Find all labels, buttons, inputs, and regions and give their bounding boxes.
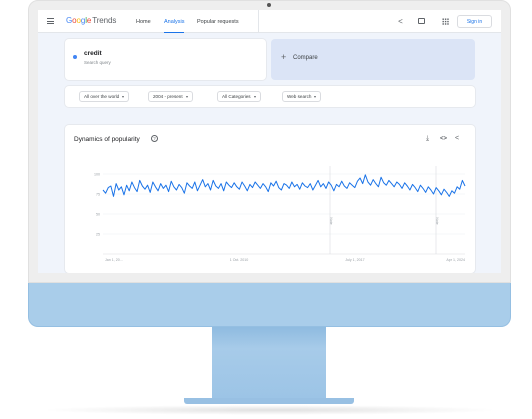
hamburger-menu-icon[interactable] xyxy=(47,18,54,24)
series-line xyxy=(102,174,466,197)
interest-over-time-card: Dynamics of popularity ? ⤓ <> < 100 75 50 2… xyxy=(65,125,475,273)
y-tick-label: 25 xyxy=(96,233,100,237)
y-tick-label: 50 xyxy=(96,213,100,217)
app-header: GoogleTrends Home Analysis Popular reque… xyxy=(38,10,501,33)
header-divider xyxy=(258,10,259,33)
feedback-icon[interactable] xyxy=(418,18,425,24)
search-type-filter[interactable]: Web search xyxy=(282,91,322,102)
region-filter[interactable]: All over the world xyxy=(79,91,130,102)
x-tick-label: 1 Oct. 2010 xyxy=(230,258,249,262)
logo-google: Google xyxy=(66,16,91,25)
monitor-stand xyxy=(212,327,326,399)
x-tick-label: Apr 1, 2024 xyxy=(446,258,465,262)
nav-popular-requests[interactable]: Popular requests xyxy=(197,10,239,33)
browser-screen: GoogleTrends Home Analysis Popular reque… xyxy=(38,10,501,273)
search-type-filter-label: Web search xyxy=(287,94,312,99)
annotation-label: Note xyxy=(329,217,333,224)
chevron-down-icon xyxy=(314,95,317,98)
sign-in-button[interactable]: Sign in xyxy=(457,15,492,28)
search-term-type: Search query xyxy=(84,60,111,65)
chevron-down-icon xyxy=(185,95,188,98)
camera-icon xyxy=(267,3,271,7)
region-filter-label: All over the world xyxy=(84,94,120,99)
stand-shadow xyxy=(40,405,500,415)
filters-bar: All over the world 2004 - present All Ca… xyxy=(65,86,475,107)
compare-label: Compare xyxy=(293,55,318,61)
y-tick-label: 75 xyxy=(96,193,100,197)
interest-chart[interactable]: 100 75 50 25 Note Note Jan 1, 20... 1 Oct. 2010… xyxy=(65,125,475,273)
x-tick-label: July 1, 2017 xyxy=(345,258,364,262)
term-color-dot xyxy=(73,55,77,59)
category-filter-label: All Categories xyxy=(222,94,251,99)
compare-button[interactable]: + Compare xyxy=(271,39,475,80)
chevron-down-icon xyxy=(122,95,125,98)
plus-icon: + xyxy=(281,52,287,62)
monitor-foot xyxy=(184,398,354,404)
nav-analysis[interactable]: Analysis xyxy=(164,10,185,33)
chevron-down-icon xyxy=(253,95,256,98)
share-icon[interactable]: < xyxy=(396,17,405,26)
search-term-card[interactable]: credit Search query xyxy=(65,39,266,80)
annotation-label: Note xyxy=(435,217,439,224)
x-tick-label: Jan 1, 20... xyxy=(105,258,123,262)
monitor-chin xyxy=(28,283,511,327)
logo-e-letter: e xyxy=(86,16,92,25)
period-filter-label: 2004 - present xyxy=(153,94,183,99)
period-filter[interactable]: 2004 - present xyxy=(148,91,193,102)
category-filter[interactable]: All Categories xyxy=(217,91,261,102)
y-tick-label: 100 xyxy=(94,173,100,177)
google-trends-logo[interactable]: GoogleTrends xyxy=(66,16,116,25)
nav-home[interactable]: Home xyxy=(136,10,151,33)
apps-grid-icon[interactable] xyxy=(442,18,449,25)
search-term: credit xyxy=(84,50,102,57)
logo-trends: Trends xyxy=(92,16,117,25)
stage: GoogleTrends Home Analysis Popular reque… xyxy=(0,0,532,419)
